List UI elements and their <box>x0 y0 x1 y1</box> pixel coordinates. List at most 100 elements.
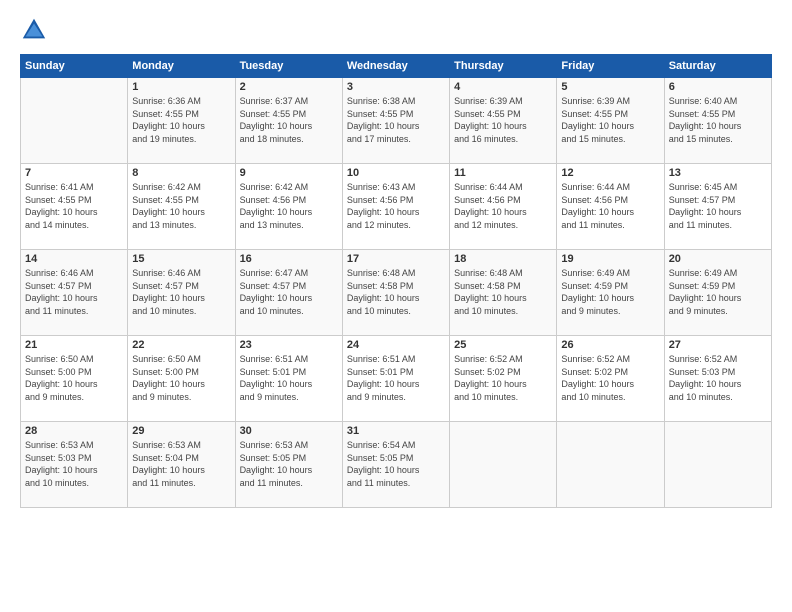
calendar-cell: 4 Sunrise: 6:39 AM Sunset: 4:55 PM Daylig… <box>450 78 557 164</box>
weekday-header-tuesday: Tuesday <box>235 55 342 78</box>
cell-content: Sunrise: 6:39 AM Sunset: 4:55 PM Dayligh… <box>561 95 659 145</box>
calendar-cell: 13 Sunrise: 6:45 AM Sunset: 4:57 PM Dayli… <box>664 164 771 250</box>
day-number: 4 <box>454 81 552 93</box>
weekday-header-monday: Monday <box>128 55 235 78</box>
calendar-cell: 23Sunrise: 6:51 AM Sunset: 5:01 PM Dayli… <box>235 336 342 422</box>
day-number: 18 <box>454 253 552 265</box>
logo <box>20 16 52 44</box>
calendar-cell: 21Sunrise: 6:50 AM Sunset: 5:00 PM Dayli… <box>21 336 128 422</box>
cell-content: Sunrise: 6:42 AM Sunset: 4:55 PM Dayligh… <box>132 181 230 231</box>
calendar-cell: 20 Sunrise: 6:49 AM Sunset: 4:59 PM Dayli… <box>664 250 771 336</box>
logo-icon <box>20 16 48 44</box>
day-number: 7 <box>25 167 123 179</box>
day-number: 31 <box>347 425 445 437</box>
cell-content: Sunrise: 6:43 AM Sunset: 4:56 PM Dayligh… <box>347 181 445 231</box>
calendar-cell: 9 Sunrise: 6:42 AM Sunset: 4:56 PM Daylig… <box>235 164 342 250</box>
calendar-week-row: 28 Sunrise: 6:53 AM Sunset: 5:03 PM Dayli… <box>21 422 772 508</box>
cell-content: Sunrise: 6:44 AM Sunset: 4:56 PM Dayligh… <box>454 181 552 231</box>
cell-content: Sunrise: 6:46 AM Sunset: 4:57 PM Dayligh… <box>25 267 123 317</box>
cell-content: Sunrise: 6:47 AM Sunset: 4:57 PM Dayligh… <box>240 267 338 317</box>
calendar-cell <box>450 422 557 508</box>
cell-content: Sunrise: 6:41 AM Sunset: 4:55 PM Dayligh… <box>25 181 123 231</box>
cell-content: Sunrise: 6:52 AM Sunset: 5:02 PM Dayligh… <box>561 353 659 403</box>
calendar-cell: 27 Sunrise: 6:52 AM Sunset: 5:03 PM Dayli… <box>664 336 771 422</box>
cell-content: Sunrise: 6:48 AM Sunset: 4:58 PM Dayligh… <box>347 267 445 317</box>
day-number: 3 <box>347 81 445 93</box>
calendar-cell: 22 Sunrise: 6:50 AM Sunset: 5:00 PM Dayli… <box>128 336 235 422</box>
cell-content: Sunrise: 6:49 AM Sunset: 4:59 PM Dayligh… <box>669 267 767 317</box>
cell-content: Sunrise: 6:53 AM Sunset: 5:03 PM Dayligh… <box>25 439 123 489</box>
header <box>20 16 772 44</box>
calendar-cell: 26 Sunrise: 6:52 AM Sunset: 5:02 PM Dayli… <box>557 336 664 422</box>
day-number: 23 <box>240 339 338 351</box>
day-number: 16 <box>240 253 338 265</box>
cell-content: Sunrise: 6:50 AM Sunset: 5:00 PM Dayligh… <box>132 353 230 403</box>
calendar-cell: 29Sunrise: 6:53 AM Sunset: 5:04 PM Dayli… <box>128 422 235 508</box>
cell-content: Sunrise: 6:45 AM Sunset: 4:57 PM Dayligh… <box>669 181 767 231</box>
cell-content: Sunrise: 6:46 AM Sunset: 4:57 PM Dayligh… <box>132 267 230 317</box>
day-number: 29 <box>132 425 230 437</box>
day-number: 12 <box>561 167 659 179</box>
calendar-cell: 24 Sunrise: 6:51 AM Sunset: 5:01 PM Dayli… <box>342 336 449 422</box>
day-number: 14 <box>25 253 123 265</box>
calendar-body: 1 Sunrise: 6:36 AM Sunset: 4:55 PM Daylig… <box>21 78 772 508</box>
calendar-cell <box>664 422 771 508</box>
calendar-cell: 2 Sunrise: 6:37 AM Sunset: 4:55 PM Daylig… <box>235 78 342 164</box>
day-number: 11 <box>454 167 552 179</box>
calendar-header: SundayMondayTuesdayWednesdayThursdayFrid… <box>21 55 772 78</box>
cell-content: Sunrise: 6:50 AM Sunset: 5:00 PM Dayligh… <box>25 353 123 403</box>
calendar-cell: 19Sunrise: 6:49 AM Sunset: 4:59 PM Dayli… <box>557 250 664 336</box>
cell-content: Sunrise: 6:52 AM Sunset: 5:03 PM Dayligh… <box>669 353 767 403</box>
calendar-week-row: 7 Sunrise: 6:41 AM Sunset: 4:55 PM Daylig… <box>21 164 772 250</box>
day-number: 26 <box>561 339 659 351</box>
cell-content: Sunrise: 6:42 AM Sunset: 4:56 PM Dayligh… <box>240 181 338 231</box>
weekday-header-wednesday: Wednesday <box>342 55 449 78</box>
day-number: 24 <box>347 339 445 351</box>
calendar-week-row: 14 Sunrise: 6:46 AM Sunset: 4:57 PM Dayli… <box>21 250 772 336</box>
calendar-page: SundayMondayTuesdayWednesdayThursdayFrid… <box>0 0 792 612</box>
cell-content: Sunrise: 6:44 AM Sunset: 4:56 PM Dayligh… <box>561 181 659 231</box>
day-number: 27 <box>669 339 767 351</box>
day-number: 5 <box>561 81 659 93</box>
day-number: 20 <box>669 253 767 265</box>
calendar-cell: 17 Sunrise: 6:48 AM Sunset: 4:58 PM Dayli… <box>342 250 449 336</box>
cell-content: Sunrise: 6:51 AM Sunset: 5:01 PM Dayligh… <box>347 353 445 403</box>
calendar-cell: 15Sunrise: 6:46 AM Sunset: 4:57 PM Dayli… <box>128 250 235 336</box>
calendar-cell <box>557 422 664 508</box>
calendar-week-row: 21Sunrise: 6:50 AM Sunset: 5:00 PM Dayli… <box>21 336 772 422</box>
calendar-cell <box>21 78 128 164</box>
cell-content: Sunrise: 6:38 AM Sunset: 4:55 PM Dayligh… <box>347 95 445 145</box>
calendar-cell: 18 Sunrise: 6:48 AM Sunset: 4:58 PM Dayli… <box>450 250 557 336</box>
weekday-header-sunday: Sunday <box>21 55 128 78</box>
calendar-cell: 11 Sunrise: 6:44 AM Sunset: 4:56 PM Dayli… <box>450 164 557 250</box>
day-number: 30 <box>240 425 338 437</box>
calendar-cell: 30 Sunrise: 6:53 AM Sunset: 5:05 PM Dayli… <box>235 422 342 508</box>
cell-content: Sunrise: 6:36 AM Sunset: 4:55 PM Dayligh… <box>132 95 230 145</box>
day-number: 17 <box>347 253 445 265</box>
cell-content: Sunrise: 6:40 AM Sunset: 4:55 PM Dayligh… <box>669 95 767 145</box>
cell-content: Sunrise: 6:53 AM Sunset: 5:05 PM Dayligh… <box>240 439 338 489</box>
cell-content: Sunrise: 6:37 AM Sunset: 4:55 PM Dayligh… <box>240 95 338 145</box>
calendar-cell: 10Sunrise: 6:43 AM Sunset: 4:56 PM Dayli… <box>342 164 449 250</box>
calendar-cell: 8Sunrise: 6:42 AM Sunset: 4:55 PM Daylig… <box>128 164 235 250</box>
day-number: 1 <box>132 81 230 93</box>
cell-content: Sunrise: 6:54 AM Sunset: 5:05 PM Dayligh… <box>347 439 445 489</box>
calendar-cell: 16 Sunrise: 6:47 AM Sunset: 4:57 PM Dayli… <box>235 250 342 336</box>
cell-content: Sunrise: 6:49 AM Sunset: 4:59 PM Dayligh… <box>561 267 659 317</box>
calendar-week-row: 1 Sunrise: 6:36 AM Sunset: 4:55 PM Daylig… <box>21 78 772 164</box>
weekday-header-friday: Friday <box>557 55 664 78</box>
day-number: 2 <box>240 81 338 93</box>
calendar-cell: 7 Sunrise: 6:41 AM Sunset: 4:55 PM Daylig… <box>21 164 128 250</box>
calendar-table: SundayMondayTuesdayWednesdayThursdayFrid… <box>20 54 772 508</box>
calendar-cell: 28 Sunrise: 6:53 AM Sunset: 5:03 PM Dayli… <box>21 422 128 508</box>
calendar-cell: 12 Sunrise: 6:44 AM Sunset: 4:56 PM Dayli… <box>557 164 664 250</box>
cell-content: Sunrise: 6:39 AM Sunset: 4:55 PM Dayligh… <box>454 95 552 145</box>
day-number: 22 <box>132 339 230 351</box>
day-number: 28 <box>25 425 123 437</box>
calendar-cell: 1 Sunrise: 6:36 AM Sunset: 4:55 PM Daylig… <box>128 78 235 164</box>
calendar-cell: 5 Sunrise: 6:39 AM Sunset: 4:55 PM Daylig… <box>557 78 664 164</box>
day-number: 13 <box>669 167 767 179</box>
day-number: 6 <box>669 81 767 93</box>
cell-content: Sunrise: 6:48 AM Sunset: 4:58 PM Dayligh… <box>454 267 552 317</box>
day-number: 9 <box>240 167 338 179</box>
